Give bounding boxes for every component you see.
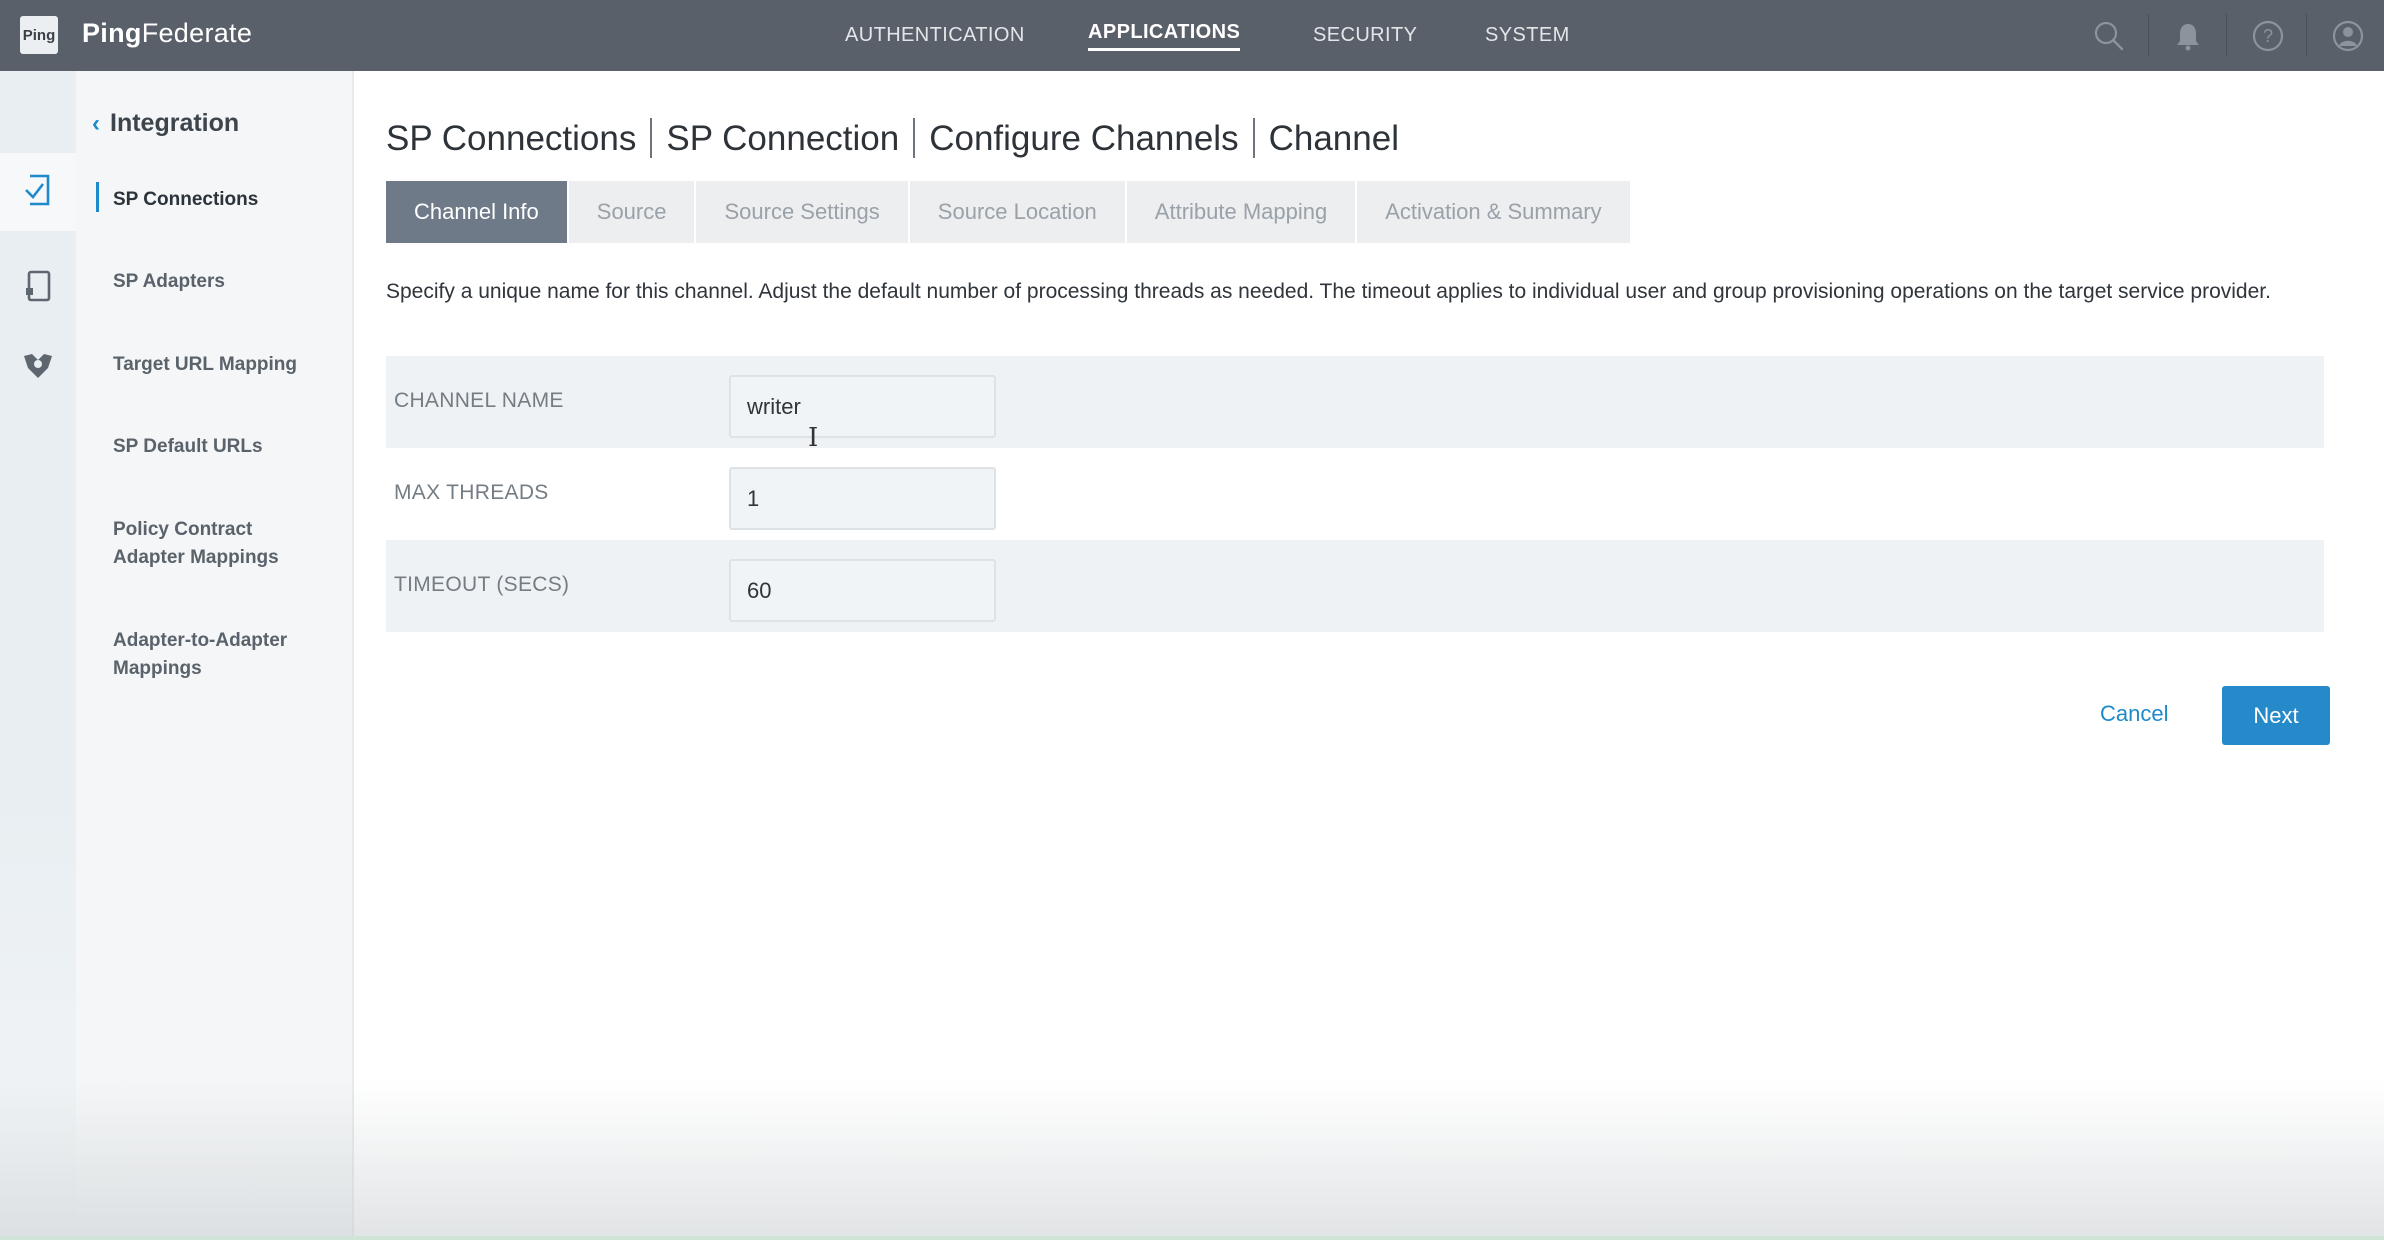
tab-source[interactable]: Source bbox=[569, 181, 697, 243]
tab-attribute-mapping[interactable]: Attribute Mapping bbox=[1127, 181, 1358, 243]
sidebar-item-adapter-to-adapter-mappings[interactable]: Adapter-to-Adapter Mappings bbox=[113, 627, 323, 683]
page-title: SP Connections SP Connection Configure Cha… bbox=[386, 117, 1399, 161]
breadcrumb-configure-channels: Configure Channels bbox=[929, 119, 1239, 158]
divider bbox=[650, 117, 653, 158]
brand-rest: Federate bbox=[141, 18, 253, 48]
help-icon[interactable]: ? bbox=[2248, 16, 2288, 56]
divider bbox=[1252, 117, 1255, 158]
rail-sp-adapters[interactable] bbox=[0, 249, 76, 327]
chevron-left-icon: ‹ bbox=[92, 109, 100, 137]
icon-rail bbox=[0, 71, 76, 1240]
bottom-border bbox=[0, 1236, 2384, 1240]
nav-label: SECURITY bbox=[1313, 24, 1418, 46]
user-icon[interactable] bbox=[2328, 16, 2368, 56]
nav-authentication[interactable]: AUTHENTICATION bbox=[845, 0, 1025, 71]
channel-form: CHANNEL NAME MAX THREADS TIMEOUT (SECS) bbox=[386, 356, 2324, 632]
nav-label: SYSTEM bbox=[1485, 24, 1570, 46]
sidebar-item-sp-adapters[interactable]: SP Adapters bbox=[113, 268, 343, 296]
logo-text: Ping bbox=[22, 26, 56, 44]
form-row-max-threads: MAX THREADS bbox=[386, 448, 2324, 540]
timeout-label: TIMEOUT (SECS) bbox=[394, 573, 570, 596]
next-button[interactable]: Next bbox=[2222, 686, 2330, 745]
target-mapping-icon bbox=[20, 350, 56, 387]
nav-security[interactable]: SECURITY bbox=[1313, 0, 1417, 71]
timeout-input[interactable] bbox=[729, 559, 996, 622]
bottom-shade bbox=[0, 1080, 2384, 1240]
tab-source-settings[interactable]: Source Settings bbox=[696, 181, 910, 243]
svg-text:?: ? bbox=[2263, 26, 2273, 46]
tab-source-location[interactable]: Source Location bbox=[910, 181, 1127, 243]
brand-bold: Ping bbox=[82, 18, 142, 48]
text-cursor-icon: I bbox=[808, 423, 819, 453]
sp-connections-icon bbox=[21, 172, 55, 213]
tab-channel-info[interactable]: Channel Info bbox=[386, 181, 569, 243]
breadcrumb-sp-connections: SP Connections bbox=[386, 119, 637, 158]
sidebar-item-sp-default-urls[interactable]: SP Default URLs bbox=[113, 433, 343, 461]
nav-system[interactable]: SYSTEM bbox=[1485, 0, 1570, 71]
form-row-timeout: TIMEOUT (SECS) bbox=[386, 540, 2324, 632]
page-description: Specify a unique name for this channel. … bbox=[386, 280, 2271, 303]
nav-label: APPLICATIONS bbox=[1088, 21, 1241, 51]
top-navigation-bar: Ping PingFederate AUTHENTICATION APPLICA… bbox=[0, 0, 2384, 71]
divider bbox=[2306, 14, 2307, 56]
divider bbox=[2226, 14, 2227, 56]
wizard-tabs: Channel Info Source Source Settings Sour… bbox=[386, 181, 1632, 243]
cancel-button[interactable]: Cancel bbox=[2100, 701, 2168, 727]
bell-icon[interactable] bbox=[2168, 16, 2208, 56]
max-threads-label: MAX THREADS bbox=[394, 481, 549, 504]
breadcrumb-channel: Channel bbox=[1268, 119, 1399, 158]
search-icon[interactable] bbox=[2089, 16, 2129, 56]
nav-label: AUTHENTICATION bbox=[845, 24, 1025, 46]
max-threads-input[interactable] bbox=[729, 467, 996, 530]
form-row-channel-name: CHANNEL NAME bbox=[386, 356, 2324, 448]
ping-logo[interactable]: Ping bbox=[20, 16, 58, 54]
sidebar-item-policy-contract-adapter-mappings[interactable]: Policy Contract Adapter Mappings bbox=[113, 516, 313, 572]
brand-name: PingFederate bbox=[82, 18, 252, 49]
tab-activation-summary[interactable]: Activation & Summary bbox=[1357, 181, 1632, 243]
sidebar-section-title: Integration bbox=[110, 109, 240, 137]
rail-target-mapping[interactable] bbox=[0, 329, 76, 407]
sidebar: ‹ Integration SP Connections SP Adapters… bbox=[76, 71, 354, 1240]
sidebar-item-target-url-mapping[interactable]: Target URL Mapping bbox=[113, 351, 343, 379]
back-to-integration[interactable]: ‹ Integration bbox=[92, 109, 239, 138]
rail-sp-connections[interactable] bbox=[0, 153, 76, 231]
channel-name-input[interactable] bbox=[729, 375, 996, 438]
nav-applications[interactable]: APPLICATIONS bbox=[1088, 0, 1241, 71]
divider bbox=[2148, 14, 2149, 56]
channel-name-label: CHANNEL NAME bbox=[394, 389, 564, 412]
sidebar-item-sp-connections[interactable]: SP Connections bbox=[113, 186, 343, 214]
sp-adapters-icon bbox=[23, 268, 53, 309]
divider bbox=[913, 117, 916, 158]
active-indicator bbox=[96, 182, 99, 212]
breadcrumb-sp-connection: SP Connection bbox=[666, 119, 900, 158]
